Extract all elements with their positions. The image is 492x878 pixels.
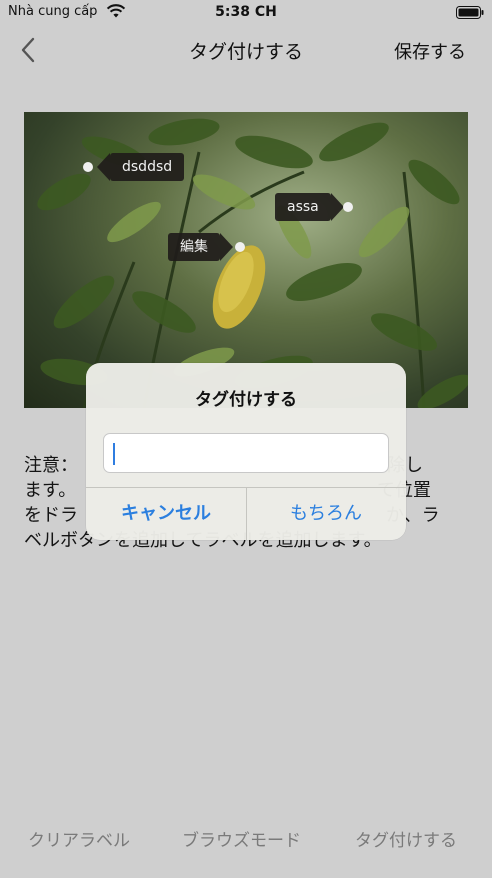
- text-cursor: [113, 443, 115, 465]
- tag-alert-dialog: タグ付けする キャンセル もちろん: [86, 363, 406, 540]
- cancel-button[interactable]: キャンセル: [86, 488, 246, 540]
- tag-name-input[interactable]: [103, 433, 389, 473]
- alert-title: タグ付けする: [195, 390, 297, 410]
- confirm-button[interactable]: もちろん: [246, 488, 406, 540]
